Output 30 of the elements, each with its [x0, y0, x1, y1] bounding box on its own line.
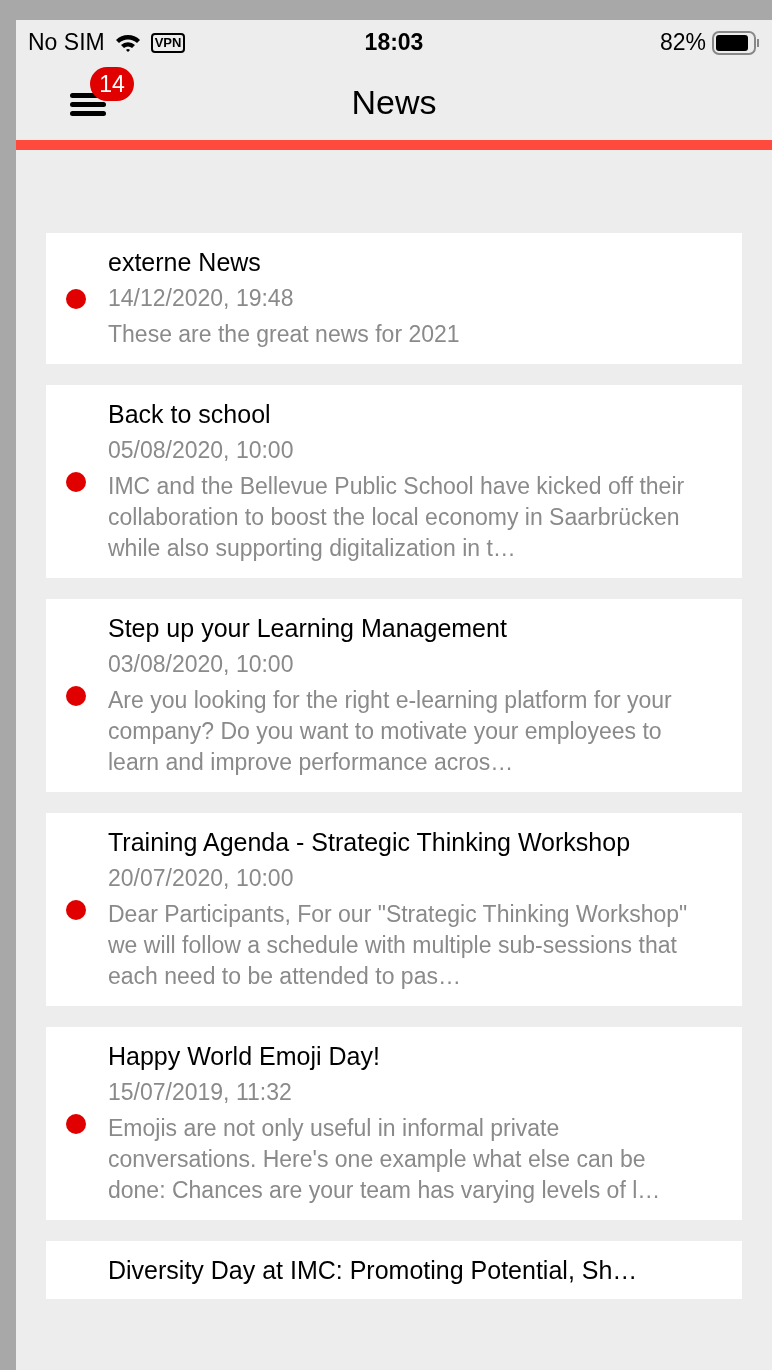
news-date: 14/12/2020, 19:48: [108, 284, 295, 313]
news-title: Training Agenda - Strategic Thinking Workshop: [108, 827, 632, 857]
news-title: Step up your Learning Management: [108, 613, 508, 643]
news-date: 20/07/2020, 10:00: [108, 864, 295, 893]
news-date: 03/08/2020, 10:00: [108, 650, 295, 679]
news-card[interactable]: Back to school 05/08/2020, 10:00 IMC and the Bellevue Public School have kicked off their collaboration to boost the local economy in Saarbrücken while also supporting digitalization in t…: [46, 385, 742, 578]
carrier-label: No SIM: [28, 28, 105, 58]
page-title: News: [351, 82, 437, 123]
news-card[interactable]: externe News 14/12/2020, 19:48 These are the great news for 2021: [46, 233, 742, 364]
news-card[interactable]: [46, 813, 742, 1006]
news-card[interactable]: Diversity Day at IMC: Promoting Potential, Sh…: [46, 1241, 742, 1299]
news-title: Back to school: [108, 399, 272, 429]
news-title: Diversity Day at IMC: Promoting Potential, Sh…: [108, 1255, 638, 1285]
vpn-label: VPN: [150, 32, 186, 53]
battery-percent: 82%: [659, 28, 706, 58]
news-card[interactable]: Step up your Learning Management 03/08/2020, 10:00 Are you looking for the right e-learning platform for your company? Do you want to motivate your employees to learn and improve performance acros…: [46, 599, 742, 792]
news-summary: IMC and the Bellevue Public School have kicked off their collaboration to boost the local economy in Saarbrücken while also supporting digitalization in t…: [108, 472, 686, 563]
news-summary: These are the great news for 2021: [108, 320, 461, 349]
news-date: 05/08/2020, 10:00: [108, 436, 295, 465]
news-title: externe News: [108, 247, 262, 277]
news-summary: Are you looking for the right e-learning platform for your company? Do you want to motivate your employees to learn and improve performance acros…: [108, 686, 673, 777]
news-summary: Emojis are not only useful in informal private conversations. Here's one example what else can be done: Chances are your team has varying levels of l…: [108, 1114, 662, 1205]
news-card[interactable]: Happy World Emoji Day! 15/07/2019, 11:32 Emojis are not only useful in informal private conversations. Here's one example what else can be done: Chances are your team has varying levels of l…: [46, 1027, 742, 1220]
notification-count: 14: [90, 67, 134, 101]
battery-icon: [712, 30, 760, 55]
news-date: 15/07/2019, 11:32: [108, 1078, 293, 1107]
wifi-icon: [114, 32, 141, 53]
news-title: Happy World Emoji Day!: [108, 1041, 381, 1071]
clock-time: 18:03: [364, 28, 424, 58]
news-summary: Dear Participants, For our "Strategic Thinking Workshop" we will follow a schedule with multiple sub-sessions that each need to be attended to pas…: [108, 900, 689, 991]
